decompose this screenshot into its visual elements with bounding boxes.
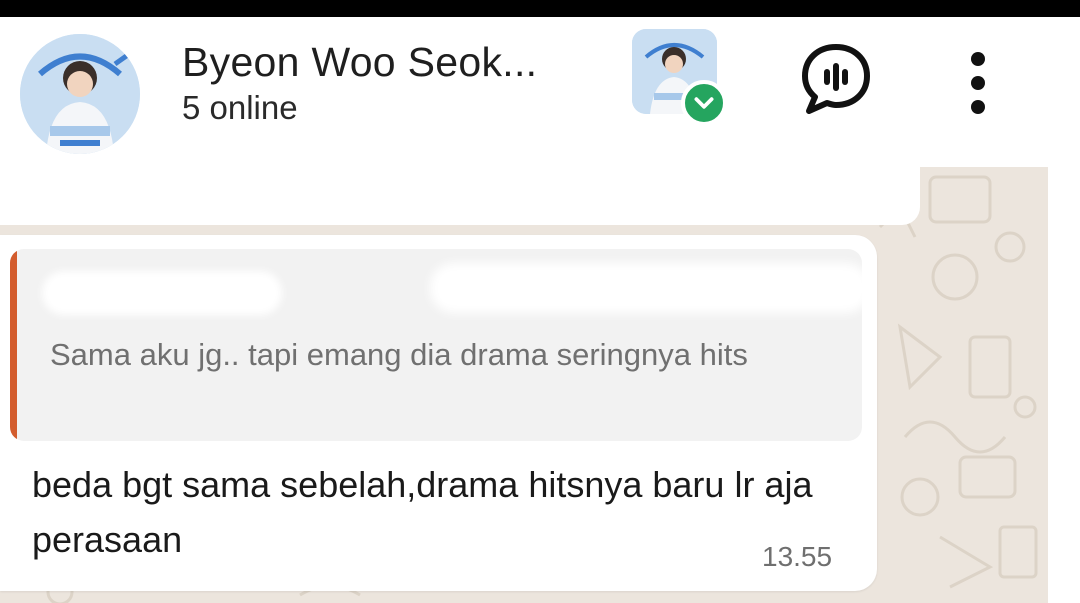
- message-time: 13.55: [762, 541, 833, 572]
- message-text: beda bgt sama sebelah,drama hitsnya baru…: [32, 464, 813, 560]
- quote-accent-bar: [10, 249, 17, 441]
- chat-area[interactable]: Sama aku jg.. tapi emang dia drama serin…: [0, 167, 1048, 603]
- chat-title[interactable]: Byeon Woo Seok...: [182, 39, 537, 86]
- voice-chat-icon[interactable]: [796, 39, 876, 119]
- redacted-area: [430, 263, 862, 313]
- check-badge-icon: [681, 80, 727, 126]
- message-bubble[interactable]: Sama aku jg.. tapi emang dia drama serin…: [0, 235, 877, 591]
- quoted-message[interactable]: Sama aku jg.. tapi emang dia drama serin…: [10, 249, 862, 441]
- more-vertical-icon[interactable]: [954, 47, 1002, 119]
- previous-message-bubble[interactable]: [0, 167, 920, 225]
- group-avatar-photo: [20, 34, 140, 154]
- group-avatar[interactable]: [20, 34, 140, 154]
- redacted-sender: [42, 271, 282, 315]
- chat-header: Byeon Woo Seok... 5 online: [0, 17, 1048, 167]
- online-count: 5 online: [182, 89, 298, 126]
- status-bar: [0, 0, 1080, 17]
- edge-strip: [1048, 17, 1080, 603]
- quoted-text: Sama aku jg.. tapi emang dia drama serin…: [50, 337, 748, 372]
